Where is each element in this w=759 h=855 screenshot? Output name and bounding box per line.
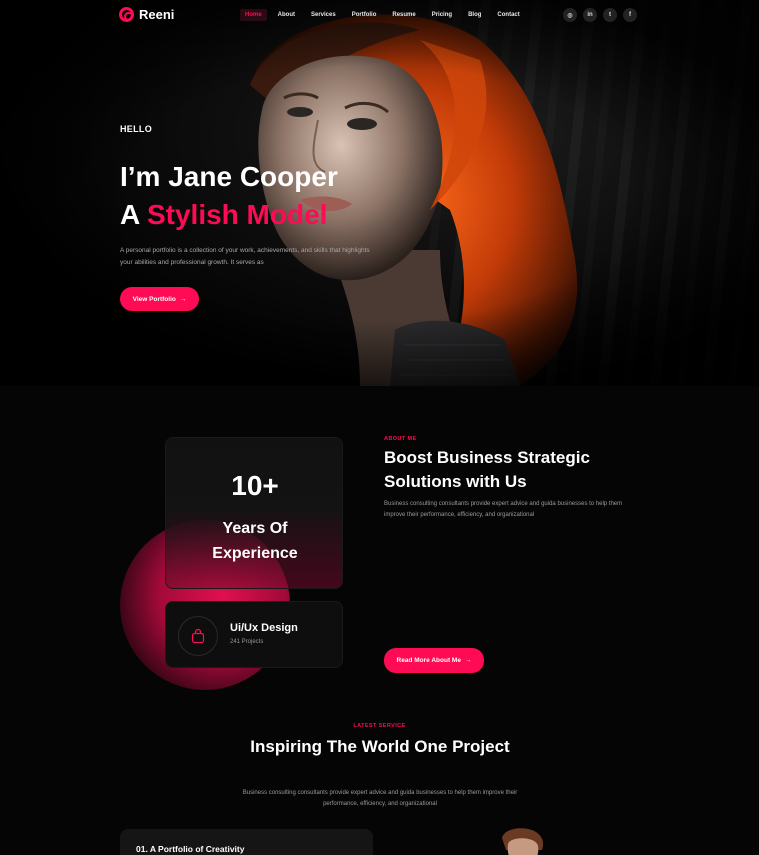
skill-title: Ui/Ux Design [230,622,298,634]
brand-logo[interactable]: Reeni [119,7,174,22]
experience-label-line2: Experience [212,545,298,562]
about-title: Boost Business Strategic Solutions with … [384,448,590,491]
services-description: Business consulting consultants provide … [242,790,518,807]
arrow-right-icon: → [464,657,472,664]
skill-projects-count: 241 Projects [230,639,264,645]
hero-description: A personal portfolio is a collection of … [120,247,370,266]
about-tag: ABOUT ME [384,436,417,442]
about-description: Business consulting consultants provide … [384,501,623,518]
experience-label-line1: Years Of [222,520,288,537]
hero-section: Reeni Home About Services Portfolio Resu… [0,0,759,386]
bag-icon [178,616,218,656]
nav-item-blog[interactable]: Blog [463,9,486,21]
nav-item-home[interactable]: Home [240,9,267,21]
nav-item-services[interactable]: Services [306,9,341,21]
twitter-icon[interactable]: t [603,8,617,22]
top-navigation: Reeni Home About Services Portfolio Resu… [0,0,759,30]
arrow-right-icon: → [179,295,187,303]
experience-value: 10+ [231,470,279,501]
hero-title-prefix: A [120,199,147,230]
hero-title: I’m Jane Cooper A Stylish Model [120,158,338,234]
nav-item-portfolio[interactable]: Portfolio [347,9,382,21]
services-tag: LATEST SERVICE [353,723,406,729]
experience-card: 10+ Years Of Experience [165,437,343,589]
service-item-title: 01. A Portfolio of Creativity [136,844,245,854]
service-item[interactable]: 01. A Portfolio of Creativity [120,829,373,855]
nav-item-contact[interactable]: Contact [492,9,524,21]
services-title: Inspiring The World One Project [250,737,510,756]
about-section: 10+ Years Of Experience Ui/Ux Design 241… [0,386,759,706]
hero-title-line1: I’m Jane Cooper [120,161,338,192]
hero-eyebrow: HELLO [120,124,152,134]
linkedin-icon[interactable]: in [583,8,597,22]
hero-title-accent: Stylish Model [146,199,328,230]
view-portfolio-button[interactable]: View Portfolio → [120,287,199,311]
bag-icon-glyph [191,628,205,644]
instagram-icon[interactable]: ◎ [563,8,577,22]
brand-name: Reeni [139,7,175,22]
main-menu: Home About Services Portfolio Resume Pri… [240,9,531,21]
social-links: ◎ in t f [563,8,637,22]
skill-card[interactable]: Ui/Ux Design 241 Projects [165,601,343,668]
nav-item-pricing[interactable]: Pricing [427,9,457,21]
logo-icon [119,7,134,22]
read-more-label: Read More About Me [396,657,461,664]
experience-label: Years Of Experience [166,516,344,566]
facebook-icon[interactable]: f [623,8,637,22]
service-person-image [502,828,544,855]
view-portfolio-label: View Portfolio [132,295,176,303]
read-more-about-button[interactable]: Read More About Me → [384,648,484,673]
hero-portrait-image [0,0,759,386]
nav-item-about[interactable]: About [273,9,300,21]
nav-item-resume[interactable]: Resume [387,9,420,21]
